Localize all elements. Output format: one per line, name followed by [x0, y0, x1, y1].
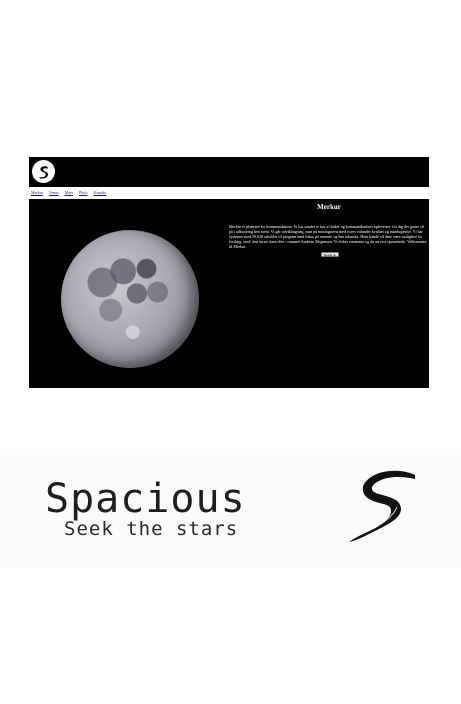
site-main-section: Merkur Merkur er planeten for kommunikat… — [29, 199, 429, 388]
nav-link-pluto[interactable]: Pluto — [79, 189, 87, 197]
brand-tagline: Seek the stars — [64, 518, 239, 540]
planet-heading: Merkur — [317, 203, 341, 211]
spacious-s-logo-icon — [38, 165, 48, 179]
brush-s-logo-icon — [349, 470, 415, 542]
site-header — [29, 157, 429, 187]
website-screenshot: Merkur Venus Mars Pluto Kontakt Merkur M… — [29, 157, 429, 388]
nav-link-mars[interactable]: Mars — [65, 189, 73, 197]
planet-description: Merkur er planeten for kommunikation. Vi… — [229, 224, 427, 249]
nav-link-venus[interactable]: Venus — [49, 189, 59, 197]
brand-name: Spacious — [45, 476, 246, 522]
site-nav: Merkur Venus Mars Pluto Kontakt — [31, 189, 106, 197]
nav-link-kontakt[interactable]: Kontakt — [93, 189, 106, 197]
moon-image — [61, 230, 199, 368]
order-button[interactable]: Bestill nu — [321, 252, 339, 257]
site-logo[interactable] — [32, 160, 55, 183]
nav-link-merkur[interactable]: Merkur — [31, 189, 43, 197]
brand-banner: Spacious Seek the stars — [0, 455, 461, 567]
